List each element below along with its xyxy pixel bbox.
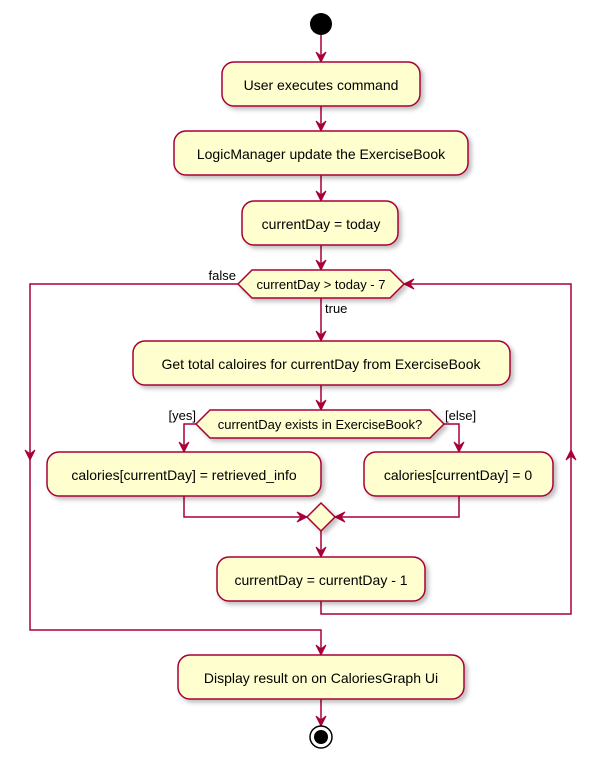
true-label: true (325, 301, 347, 316)
else-label: [else] (445, 408, 476, 423)
activity-calories-retrieved: calories[currentDay] = retrieved_info (46, 451, 322, 497)
activity-label: Get total caloires for currentDay from E… (161, 356, 481, 372)
if-condition-label: currentDay exists in ExerciseBook? (218, 417, 422, 432)
activity-label: Display result on on CaloriesGraph Ui (204, 670, 438, 686)
activity-label: calories[currentDay] = 0 (384, 467, 532, 483)
activity-label: currentDay = today (262, 216, 381, 232)
merge-node (305, 501, 337, 533)
activity-decrement-day: currentDay = currentDay - 1 (216, 556, 426, 602)
activity-set-currentday: currentDay = today (241, 200, 399, 246)
if-condition: currentDay exists in ExerciseBook? (194, 409, 446, 439)
activity-user-executes: User executes command (221, 61, 421, 107)
activity-label: LogicManager update the ExerciseBook (197, 146, 446, 162)
loop-condition: currentDay > today - 7 (236, 269, 406, 299)
activity-diagram: User executes command LogicManager updat… (24, 13, 577, 749)
activity-label: calories[currentDay] = retrieved_info (71, 467, 296, 483)
start-node (310, 13, 332, 35)
activity-label: User executes command (244, 77, 399, 93)
activity-label: currentDay = currentDay - 1 (234, 572, 407, 588)
activity-calories-zero: calories[currentDay] = 0 (363, 451, 554, 497)
activity-display-result: Display result on on CaloriesGraph Ui (177, 654, 465, 700)
yes-label: [yes] (169, 408, 196, 423)
activity-logicmanager-update: LogicManager update the ExerciseBook (173, 130, 469, 176)
false-label: false (209, 268, 236, 283)
end-node (309, 725, 333, 749)
activity-get-calories: Get total caloires for currentDay from E… (132, 340, 511, 386)
loop-condition-label: currentDay > today - 7 (257, 277, 386, 292)
